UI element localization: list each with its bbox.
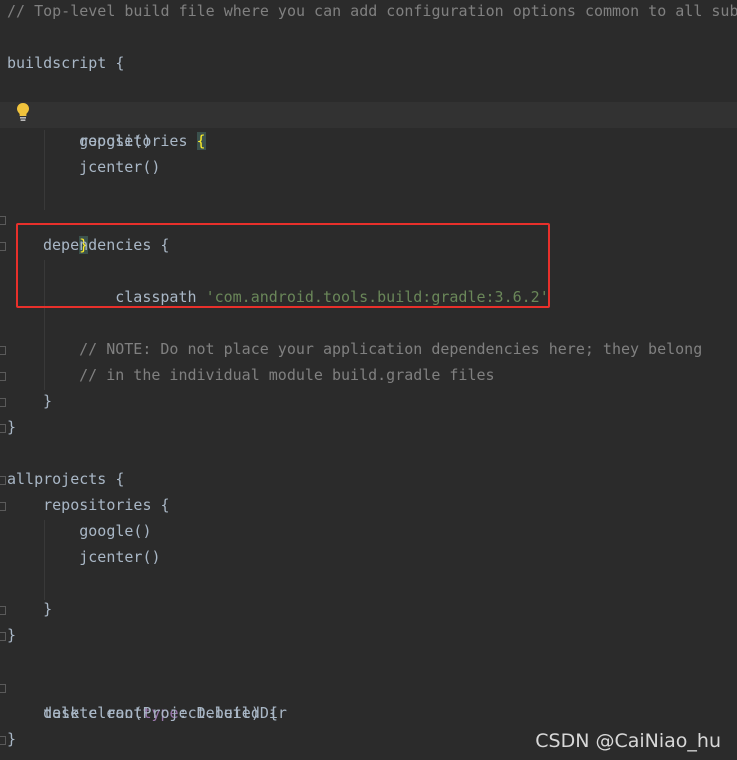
code-line-current[interactable]: repositories { — [0, 102, 737, 150]
code-line[interactable]: buildscript { — [7, 50, 124, 76]
code-line[interactable]: repositories { — [7, 492, 169, 518]
fold-marker-icon[interactable] — [0, 632, 6, 641]
code-line[interactable]: jcenter() — [43, 154, 160, 180]
code-line[interactable]: } — [7, 726, 16, 752]
lightbulb-icon[interactable] — [15, 102, 31, 122]
code-line[interactable]: google() — [7, 518, 151, 544]
fold-marker-icon[interactable] — [0, 606, 6, 615]
code-line[interactable]: google() — [43, 128, 151, 154]
fold-marker-icon[interactable] — [0, 502, 6, 511]
code-editor[interactable]: // Top-level build file where you can ad… — [0, 0, 737, 760]
fold-marker-icon[interactable] — [0, 242, 6, 251]
code-line-comment[interactable]: // in the individual module build.gradle… — [43, 362, 494, 388]
fold-marker-icon[interactable] — [0, 684, 6, 693]
code-line-comment[interactable]: // NOTE: Do not place your application d… — [43, 336, 702, 362]
fold-marker-icon[interactable] — [0, 424, 6, 433]
code-line[interactable]: allprojects { — [7, 466, 124, 492]
watermark-text: CSDN @CaiNiao_hu — [535, 730, 721, 752]
fold-marker-icon[interactable] — [0, 216, 6, 225]
code-line[interactable]: } — [43, 388, 52, 414]
code-line[interactable]: } — [7, 622, 16, 648]
fold-marker-icon[interactable] — [0, 476, 6, 485]
code-line[interactable]: jcenter() — [7, 544, 160, 570]
code-line[interactable]: task clean(type: Delete) { — [7, 674, 278, 722]
code-line[interactable]: } — [7, 596, 52, 622]
code-line[interactable]: delete rootProject.buildDir — [7, 700, 287, 726]
matched-brace: { — [196, 132, 206, 150]
code-line[interactable]: } — [7, 414, 16, 440]
code-line-comment[interactable]: // Top-level build file where you can ad… — [7, 0, 737, 24]
fold-marker-icon[interactable] — [0, 398, 6, 407]
highlight-annotation-box — [16, 223, 550, 308]
fold-marker-icon[interactable] — [0, 372, 6, 381]
fold-marker-icon[interactable] — [0, 346, 6, 355]
fold-marker-icon[interactable] — [0, 736, 6, 745]
